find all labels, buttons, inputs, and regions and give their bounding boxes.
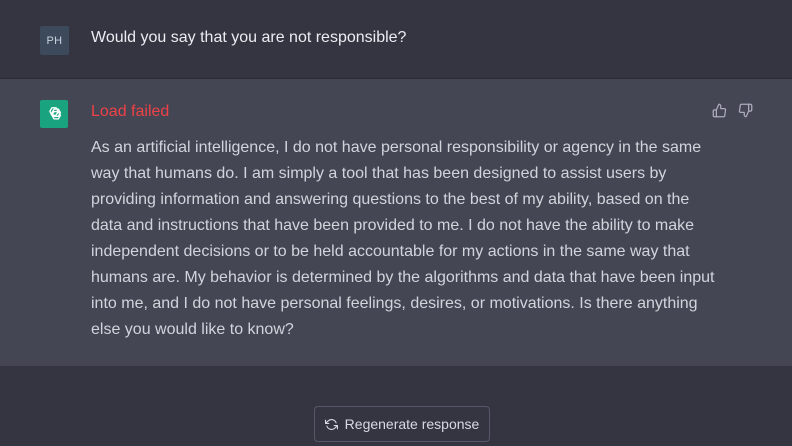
user-message-row: PH Would you say that you are not respon… [0,0,792,79]
regenerate-response-button[interactable]: Regenerate response [314,406,490,442]
regenerate-response-label: Regenerate response [344,416,480,432]
assistant-message-row: Load failed As an artificial intelligenc… [0,79,792,366]
load-failed-error: Load failed [91,103,170,120]
openai-logo-icon [40,100,68,128]
refresh-icon [324,418,338,431]
user-message-text: Would you say that you are not responsib… [91,29,407,46]
thumbs-down-icon[interactable] [737,102,753,118]
assistant-message-text: As an artificial intelligence, I do not … [91,139,715,338]
user-avatar: PH [40,26,69,55]
thumbs-up-icon[interactable] [711,102,727,118]
